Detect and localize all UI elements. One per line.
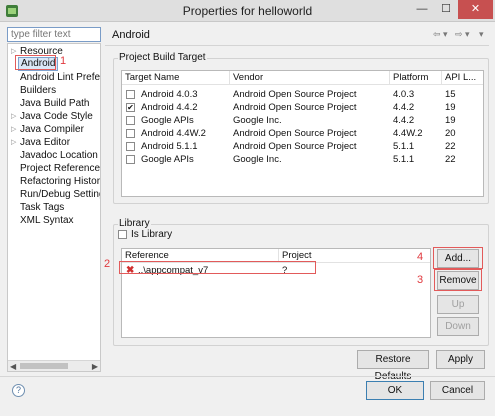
annotation-box-remove — [434, 269, 482, 291]
scroll-right-icon[interactable]: ▶ — [92, 361, 98, 371]
cell-api-level: 19 — [445, 115, 456, 126]
tree-item-task-tags[interactable]: Task Tags — [20, 202, 64, 214]
move-down-button[interactable]: Down — [437, 317, 479, 336]
table-row[interactable]: Android 4.0.3 Android Open Source Projec… — [122, 88, 483, 101]
minimize-button[interactable]: — — [410, 0, 434, 19]
tree-item-run-debug-settings[interactable]: Run/Debug Setting: — [20, 189, 100, 201]
footer-separator — [0, 376, 495, 377]
tree-item-refactoring-history[interactable]: Refactoring History — [20, 176, 100, 188]
annotation-box-add — [433, 247, 483, 269]
cell-target-name: Android 4.4W.2 — [141, 128, 206, 139]
filter-input[interactable] — [7, 27, 101, 42]
cell-vendor: Android Open Source Project — [233, 102, 357, 113]
restore-defaults-button[interactable]: Restore Defaults — [357, 350, 429, 382]
annotation-box-reference — [119, 261, 316, 274]
scroll-left-icon[interactable]: ◀ — [10, 361, 16, 371]
cell-vendor: Android Open Source Project — [233, 141, 357, 152]
cell-api-level: 15 — [445, 89, 456, 100]
expand-arrow-icon[interactable]: ▷ — [11, 125, 16, 133]
maximize-button[interactable]: ☐ — [434, 0, 458, 19]
cell-platform: 4.4.2 — [393, 115, 415, 126]
tree-item-java-compiler[interactable]: Java Compiler — [20, 124, 84, 136]
tree-item-java-code-style[interactable]: Java Code Style — [20, 111, 93, 123]
cell-target-name: Google APIs — [141, 115, 194, 126]
cell-target-name: Android 4.0.3 — [141, 89, 198, 100]
target-checkbox[interactable] — [126, 142, 135, 151]
annotation-number-3: 3 — [417, 274, 424, 286]
cell-api-level: 22 — [445, 154, 456, 165]
table-header: Target Name Vendor Platform API L... — [122, 71, 483, 85]
title-bar: Properties for helloworld — ☐ ✕ — [0, 0, 495, 22]
cell-vendor: Android Open Source Project — [233, 89, 357, 100]
cell-vendor: Google Inc. — [233, 115, 282, 126]
property-tree[interactable]: ▷ Resource Android Android Lint Prefere … — [7, 43, 101, 372]
cell-platform: 5.1.1 — [393, 154, 415, 165]
view-menu-icon[interactable]: ▾ — [479, 29, 484, 40]
tree-item-java-editor[interactable]: Java Editor — [20, 137, 70, 149]
is-library-checkbox[interactable] — [118, 230, 127, 239]
tree-item-project-references[interactable]: Project References — [20, 163, 100, 175]
annotation-box-android — [15, 55, 56, 70]
build-target-table[interactable]: Target Name Vendor Platform API L... And… — [121, 70, 484, 197]
annotation-number-2: 2 — [104, 258, 111, 270]
table-row[interactable]: Android 5.1.1 Android Open Source Projec… — [122, 140, 483, 153]
column-header-target-name[interactable]: Target Name — [122, 71, 230, 85]
is-library-label: Is Library — [131, 229, 173, 240]
annotation-number-1: 1 — [60, 55, 67, 67]
page-title: Android — [112, 29, 150, 41]
back-arrow-icon[interactable]: ⇦ ▾ — [433, 29, 448, 40]
cell-target-name: Google APIs — [141, 154, 194, 165]
cell-vendor: Google Inc. — [233, 154, 282, 165]
table-row[interactable]: Google APIs Google Inc. 5.1.1 22 — [122, 153, 483, 166]
expand-arrow-icon[interactable]: ▷ — [11, 112, 16, 120]
expand-arrow-icon[interactable]: ▷ — [11, 138, 16, 146]
cell-platform: 4.4.2 — [393, 102, 415, 113]
close-button[interactable]: ✕ — [458, 0, 493, 19]
column-header-vendor[interactable]: Vendor — [230, 71, 390, 85]
target-checkbox[interactable] — [126, 129, 135, 138]
target-checkbox-checked[interactable]: ✔ — [126, 103, 135, 112]
library-group-label: Library — [118, 218, 151, 229]
apply-button[interactable]: Apply — [436, 350, 485, 369]
annotation-number-4: 4 — [417, 251, 424, 263]
expand-arrow-icon[interactable]: ▷ — [11, 47, 16, 55]
forward-arrow-icon[interactable]: ⇨ ▾ — [455, 29, 470, 40]
build-target-group-label: Project Build Target — [118, 52, 207, 63]
column-header-api-level[interactable]: API L... — [442, 71, 483, 85]
tree-item-android-lint[interactable]: Android Lint Prefere — [20, 72, 100, 84]
cell-target-name: Android 4.4.2 — [141, 102, 198, 113]
cancel-button[interactable]: Cancel — [430, 381, 485, 400]
cell-platform: 5.1.1 — [393, 141, 415, 152]
help-icon[interactable]: ? — [12, 384, 25, 397]
move-up-button[interactable]: Up — [437, 295, 479, 314]
cell-platform: 4.0.3 — [393, 89, 415, 100]
cell-api-level: 19 — [445, 102, 456, 113]
cell-target-name: Android 5.1.1 — [141, 141, 198, 152]
table-row[interactable]: Android 4.4W.2 Android Open Source Proje… — [122, 127, 483, 140]
cell-api-level: 20 — [445, 128, 456, 139]
page-header: Android ⇦ ▾ ⇨ ▾ ▾ — [105, 25, 489, 46]
tree-item-xml-syntax[interactable]: XML Syntax — [20, 215, 74, 227]
table-row[interactable]: Google APIs Google Inc. 4.4.2 19 — [122, 114, 483, 127]
tree-item-javadoc-location[interactable]: Javadoc Location — [20, 150, 98, 162]
target-checkbox[interactable] — [126, 116, 135, 125]
cell-platform: 4.4W.2 — [393, 128, 423, 139]
cell-vendor: Android Open Source Project — [233, 128, 357, 139]
target-checkbox[interactable] — [126, 90, 135, 99]
column-header-platform[interactable]: Platform — [390, 71, 442, 85]
target-checkbox[interactable] — [126, 155, 135, 164]
scrollbar-thumb[interactable] — [20, 363, 68, 369]
table-row[interactable]: ✔ Android 4.4.2 Android Open Source Proj… — [122, 101, 483, 114]
tree-item-builders[interactable]: Builders — [20, 85, 56, 97]
ok-button[interactable]: OK — [366, 381, 424, 400]
cell-api-level: 22 — [445, 141, 456, 152]
tree-horizontal-scrollbar[interactable]: ◀ ▶ — [8, 360, 100, 371]
tree-item-java-build-path[interactable]: Java Build Path — [20, 98, 90, 110]
